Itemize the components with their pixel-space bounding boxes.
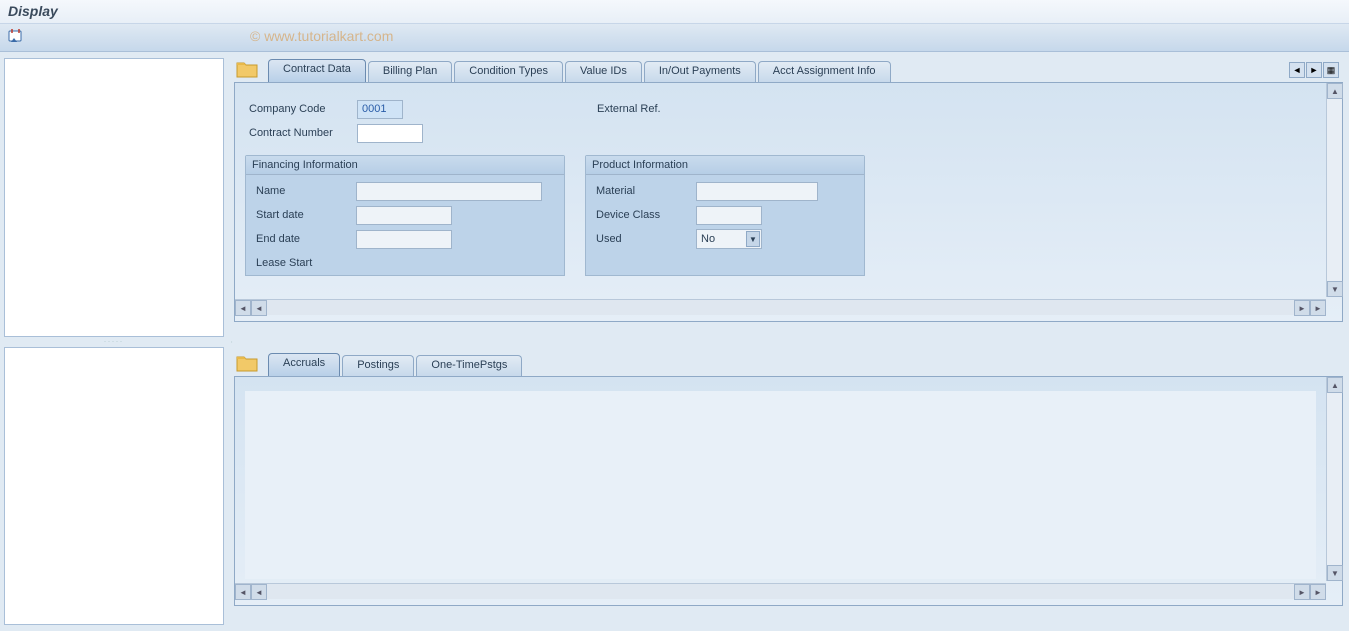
watermark-text: © www.tutorialkart.com: [250, 28, 393, 44]
contract-data-pane: Company Code External Ref. Contract Numb…: [245, 97, 1332, 277]
tab-billing-plan[interactable]: Billing Plan: [368, 61, 452, 82]
scroll-up-icon[interactable]: ▲: [1327, 377, 1343, 393]
scroll-left2-icon[interactable]: ◄: [251, 584, 267, 600]
label-device-class: Device Class: [592, 209, 696, 221]
financing-body: Name Start date End date: [246, 175, 564, 275]
label-end-date: End date: [252, 233, 356, 245]
input-device-class[interactable]: [696, 206, 762, 225]
tab-list-icon[interactable]: ▦: [1323, 62, 1339, 78]
row-material: Material: [592, 179, 858, 203]
row-company-code: Company Code External Ref.: [245, 97, 1332, 121]
row-product-extra: [592, 251, 858, 275]
folder-icon[interactable]: [236, 60, 258, 78]
financing-col: Financing Information Name Start date: [245, 145, 565, 276]
row-contract-number: Contract Number: [245, 121, 1332, 145]
scroll-down-icon[interactable]: ▼: [1327, 281, 1343, 297]
product-col: Product Information Material Device Clas…: [585, 145, 865, 276]
label-start-date: Start date: [252, 209, 356, 221]
tab-postings[interactable]: Postings: [342, 355, 414, 376]
scroll-right-icon[interactable]: ►: [1294, 300, 1310, 316]
upper-tab-content: Company Code External Ref. Contract Numb…: [234, 82, 1343, 322]
product-title: Product Information: [586, 156, 864, 175]
scroll-right2-icon[interactable]: ►: [1310, 300, 1326, 316]
row-start-date: Start date: [252, 203, 558, 227]
row-lease-start: Lease Start: [252, 251, 558, 275]
label-company-code: Company Code: [245, 103, 357, 115]
tab-scroll-right-icon[interactable]: ►: [1306, 62, 1322, 78]
label-used: Used: [592, 233, 696, 245]
select-used[interactable]: ▼: [696, 229, 762, 249]
horizontal-splitter[interactable]: ·····: [0, 339, 228, 345]
window-title: Display: [8, 3, 58, 19]
product-group: Product Information Material Device Clas…: [585, 155, 865, 276]
label-contract-number: Contract Number: [245, 127, 357, 139]
row-device-class: Device Class: [592, 203, 858, 227]
input-company-code[interactable]: [357, 100, 403, 119]
left-panel: ·····: [0, 52, 228, 631]
tab-scroll-left-icon[interactable]: ◄: [1289, 62, 1305, 78]
row-end-date: End date: [252, 227, 558, 251]
right-panel: Contract Data Billing Plan Condition Typ…: [234, 52, 1349, 631]
scroll-left-icon[interactable]: ◄: [235, 300, 251, 316]
product-body: Material Device Class Used: [586, 175, 864, 275]
upper-tab-strip: Contract Data Billing Plan Condition Typ…: [234, 58, 1343, 82]
input-name[interactable]: [356, 182, 542, 201]
chevron-down-icon[interactable]: ▼: [746, 231, 760, 247]
app-toolbar: © www.tutorialkart.com: [0, 24, 1349, 52]
lower-vscroll[interactable]: ▲ ▼: [1326, 377, 1342, 581]
tab-inout-payments[interactable]: In/Out Payments: [644, 61, 756, 82]
scroll-up-icon[interactable]: ▲: [1327, 83, 1343, 99]
groups-row: Financing Information Name Start date: [245, 145, 1332, 276]
hscroll-track[interactable]: [267, 300, 1294, 315]
row-used: Used ▼: [592, 227, 858, 251]
label-name: Name: [252, 185, 356, 197]
lower-tab-section: Accruals Postings One-TimePstgs ▲ ▼ ◄ ◄ …: [234, 352, 1343, 606]
accruals-pane: [245, 391, 1316, 579]
window-title-bar: Display: [0, 0, 1349, 24]
hscroll-track[interactable]: [267, 584, 1294, 599]
financing-title: Financing Information: [246, 156, 564, 175]
row-name: Name: [252, 179, 558, 203]
lower-tab-strip: Accruals Postings One-TimePstgs: [234, 352, 1343, 376]
label-material: Material: [592, 185, 696, 197]
financing-group: Financing Information Name Start date: [245, 155, 565, 276]
tree-area-top[interactable]: [4, 58, 224, 337]
upper-vscroll[interactable]: ▲ ▼: [1326, 83, 1342, 297]
input-contract-number[interactable]: [357, 124, 423, 143]
main-split: ····· · Contract Data Billing Plan Condi…: [0, 52, 1349, 631]
label-external-ref: External Ref.: [593, 103, 705, 115]
scroll-down-icon[interactable]: ▼: [1327, 565, 1343, 581]
scroll-left-icon[interactable]: ◄: [235, 584, 251, 600]
tab-value-ids[interactable]: Value IDs: [565, 61, 642, 82]
input-start-date[interactable]: [356, 206, 452, 225]
tree-area-bottom[interactable]: [4, 347, 224, 626]
upper-tab-section: Contract Data Billing Plan Condition Typ…: [234, 58, 1343, 322]
input-end-date[interactable]: [356, 230, 452, 249]
lower-tab-content: ▲ ▼ ◄ ◄ ► ►: [234, 376, 1343, 606]
tab-contract-data[interactable]: Contract Data: [268, 59, 366, 82]
scroll-left2-icon[interactable]: ◄: [251, 300, 267, 316]
upper-tab-controls: ◄ ► ▦: [1289, 62, 1339, 78]
scroll-right-icon[interactable]: ►: [1294, 584, 1310, 600]
tab-acct-assignment[interactable]: Acct Assignment Info: [758, 61, 891, 82]
folder-icon[interactable]: [236, 354, 258, 372]
tab-condition-types[interactable]: Condition Types: [454, 61, 563, 82]
tab-one-time-pstgs[interactable]: One-TimePstgs: [416, 355, 522, 376]
label-lease-start: Lease Start: [252, 257, 356, 269]
lower-hscroll[interactable]: ◄ ◄ ► ►: [235, 583, 1326, 599]
refresh-icon[interactable]: [8, 28, 24, 44]
input-material[interactable]: [696, 182, 818, 201]
tab-accruals[interactable]: Accruals: [268, 353, 340, 376]
upper-hscroll[interactable]: ◄ ◄ ► ►: [235, 299, 1326, 315]
scroll-right2-icon[interactable]: ►: [1310, 584, 1326, 600]
